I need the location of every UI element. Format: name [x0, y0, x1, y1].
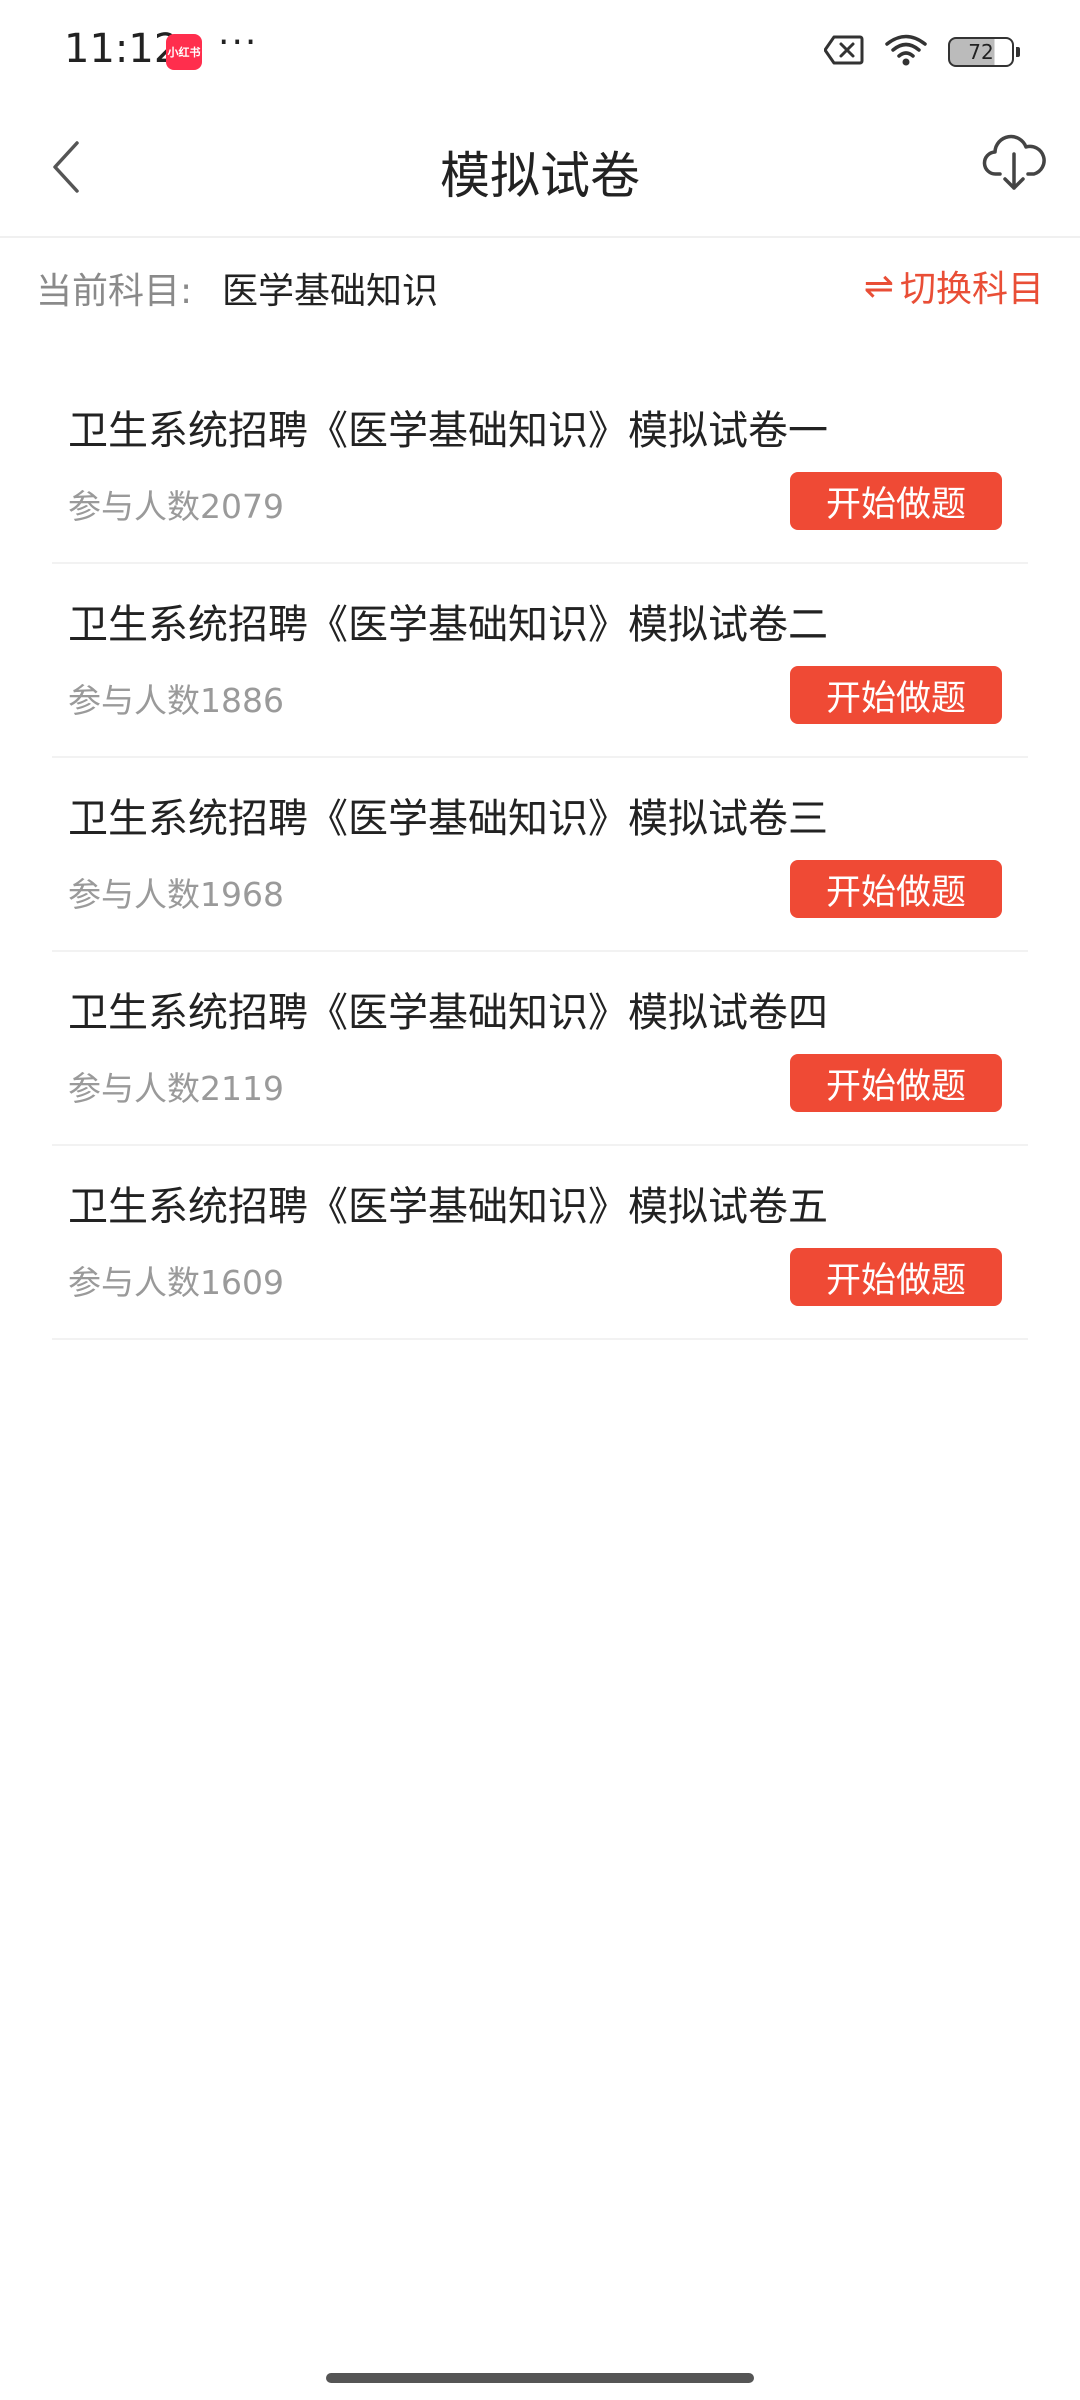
- status-bar: 11:12 小红书 ··· 72: [0, 0, 1080, 100]
- current-subject-label: 当前科目:: [36, 271, 193, 312]
- download-button[interactable]: [978, 128, 1050, 200]
- switch-subject-button[interactable]: ⇌ 切换科目: [864, 260, 1044, 312]
- start-practice-button[interactable]: 开始做题: [790, 666, 1002, 724]
- start-practice-button[interactable]: 开始做题: [790, 472, 1002, 530]
- paper-list: 卫生系统招聘《医学基础知识》模拟试卷一 参与人数2079 开始做题 卫生系统招聘…: [52, 370, 1028, 1340]
- participant-count: 参与人数2079: [68, 487, 284, 526]
- list-item[interactable]: 卫生系统招聘《医学基础知识》模拟试卷四 参与人数2119 开始做题: [52, 952, 1028, 1146]
- paper-title: 卫生系统招聘《医学基础知识》模拟试卷五: [68, 1184, 828, 1230]
- subject-row: 当前科目: 医学基础知识 ⇌ 切换科目: [0, 238, 1080, 338]
- wifi-icon: [884, 33, 928, 71]
- participant-count: 参与人数1886: [68, 681, 284, 720]
- participant-count: 参与人数1968: [68, 875, 284, 914]
- home-indicator[interactable]: [326, 2373, 754, 2383]
- list-item[interactable]: 卫生系统招聘《医学基础知识》模拟试卷五 参与人数1609 开始做题: [52, 1146, 1028, 1340]
- nav-bar: 模拟试卷: [0, 100, 1080, 238]
- start-practice-button[interactable]: 开始做题: [790, 860, 1002, 918]
- paper-title: 卫生系统招聘《医学基础知识》模拟试卷一: [68, 408, 828, 454]
- participant-count: 参与人数2119: [68, 1069, 284, 1108]
- list-item[interactable]: 卫生系统招聘《医学基础知识》模拟试卷二 参与人数1886 开始做题: [52, 564, 1028, 758]
- paper-title: 卫生系统招聘《医学基础知识》模拟试卷二: [68, 602, 828, 648]
- list-item[interactable]: 卫生系统招聘《医学基础知识》模拟试卷三 参与人数1968 开始做题: [52, 758, 1028, 952]
- list-item[interactable]: 卫生系统招聘《医学基础知识》模拟试卷一 参与人数2079 开始做题: [52, 370, 1028, 564]
- more-notifications-icon: ···: [218, 22, 259, 63]
- participant-count: 参与人数1609: [68, 1263, 284, 1302]
- page-title: 模拟试卷: [440, 147, 640, 205]
- battery-icon: 72: [948, 37, 1020, 67]
- current-subject-value: 医学基础知识: [222, 271, 439, 312]
- paper-title: 卫生系统招聘《医学基础知识》模拟试卷四: [68, 990, 828, 1036]
- cloud-download-icon: [982, 132, 1046, 196]
- switch-subject-label: 切换科目: [899, 269, 1044, 310]
- switch-arrows-icon: ⇌: [863, 265, 894, 307]
- status-time: 11:12: [64, 26, 180, 72]
- sim-missing-icon: [823, 35, 864, 69]
- status-indicators: 72: [823, 30, 1020, 74]
- start-practice-button[interactable]: 开始做题: [790, 1248, 1002, 1306]
- paper-title: 卫生系统招聘《医学基础知识》模拟试卷三: [68, 796, 828, 842]
- app-notification-icon: 小红书: [166, 34, 202, 70]
- start-practice-button[interactable]: 开始做题: [790, 1054, 1002, 1112]
